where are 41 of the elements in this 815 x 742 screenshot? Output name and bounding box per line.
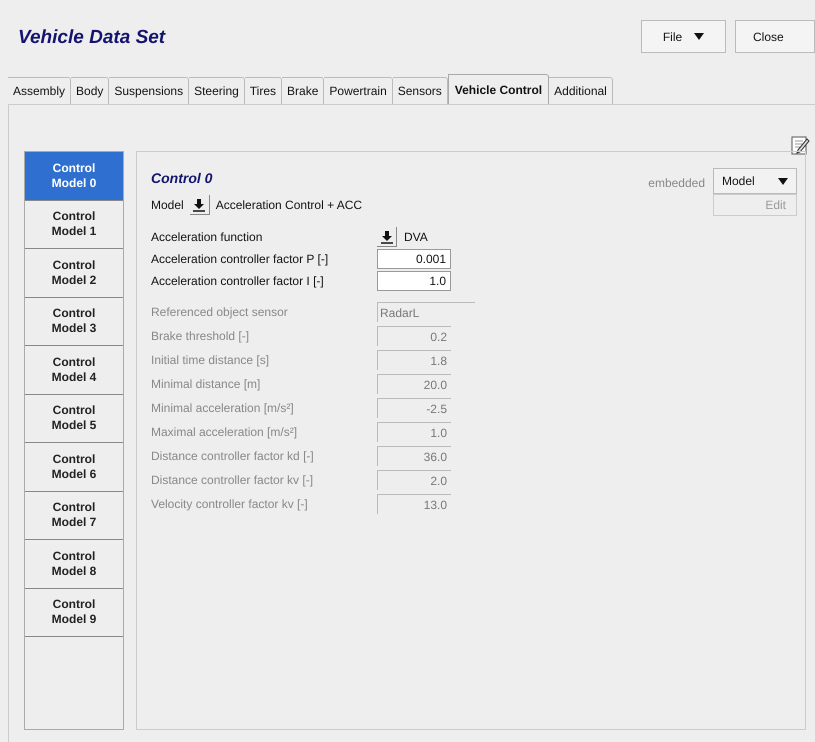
source-label: embedded bbox=[648, 175, 705, 192]
close-button[interactable]: Close bbox=[735, 20, 815, 53]
model-tab[interactable]: Control Model 0 bbox=[25, 152, 123, 200]
tab[interactable]: Additional bbox=[549, 77, 613, 104]
field-label: Distance controller factor kd [-] bbox=[151, 448, 315, 465]
model-menu-button[interactable]: Model bbox=[713, 168, 797, 194]
field-label: Referenced object sensor bbox=[151, 304, 289, 321]
field-label: Minimal acceleration [m/s²] bbox=[151, 400, 295, 417]
field-label: Acceleration function bbox=[151, 229, 264, 246]
tab[interactable]: Steering bbox=[189, 77, 245, 104]
input-field[interactable]: 0.001 bbox=[377, 249, 451, 269]
tab[interactable]: Brake bbox=[282, 77, 324, 104]
download-icon bbox=[192, 198, 206, 212]
field-label: Velocity controller factor kv [-] bbox=[151, 496, 309, 513]
panel-title: Control 0 bbox=[151, 169, 214, 188]
tab[interactable]: Suspensions bbox=[109, 77, 190, 104]
tab[interactable]: Sensors bbox=[392, 77, 448, 104]
edit-note-icon[interactable] bbox=[790, 135, 810, 155]
tab[interactable]: Assembly bbox=[8, 77, 72, 104]
window-title: Vehicle Data Set bbox=[18, 26, 166, 50]
tab[interactable]: Powertrain bbox=[324, 77, 393, 104]
model-label: Model bbox=[151, 197, 184, 214]
field-label: Minimal distance [m] bbox=[151, 376, 262, 393]
caret-icon bbox=[778, 178, 788, 184]
select-model-button[interactable] bbox=[190, 195, 210, 215]
model-value: Acceleration Control + ACC bbox=[216, 197, 362, 214]
field-label: Acceleration controller factor P [-] bbox=[151, 251, 330, 268]
tab[interactable]: Vehicle Control bbox=[448, 74, 550, 104]
select-function-button[interactable] bbox=[377, 227, 397, 247]
input-field[interactable]: 1.0 bbox=[377, 271, 451, 291]
field-label: Distance controller factor kv [-] bbox=[151, 472, 314, 489]
caret-icon bbox=[694, 33, 704, 40]
field-value: DVA bbox=[404, 229, 428, 246]
download-icon bbox=[380, 230, 394, 244]
file-menu-button[interactable]: File bbox=[641, 20, 726, 53]
field-label: Maximal acceleration [m/s²] bbox=[151, 424, 298, 441]
field-label: Acceleration controller factor I [-] bbox=[151, 273, 325, 290]
field-label: Brake threshold [-] bbox=[151, 328, 250, 345]
field-label: Initial time distance [s] bbox=[151, 352, 270, 369]
tab[interactable]: Body bbox=[71, 77, 110, 104]
tab[interactable]: Tires bbox=[244, 77, 282, 104]
